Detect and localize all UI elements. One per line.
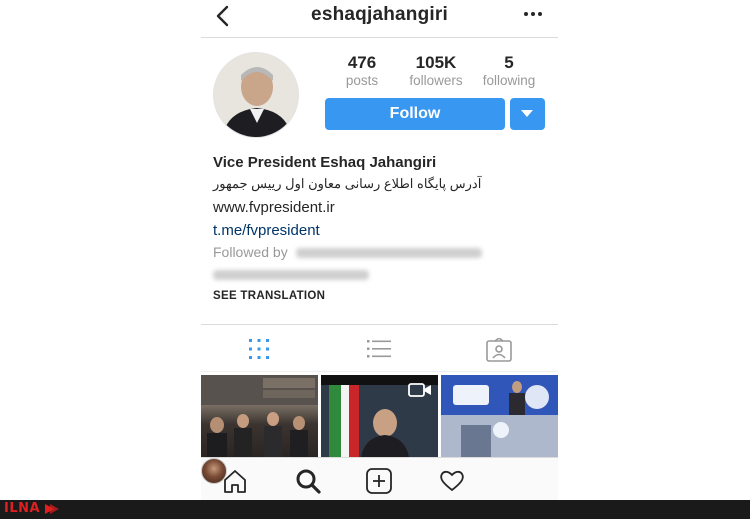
profile-username: eshaqjahangiri (311, 4, 448, 25)
post-thumbnail[interactable] (201, 375, 318, 457)
add-icon (366, 468, 392, 494)
home-icon (224, 470, 246, 493)
nav-home-button[interactable] (222, 468, 248, 494)
following-count-value: 5 (504, 53, 514, 72)
tagged-icon (486, 338, 512, 362)
profile-avatar[interactable] (213, 52, 299, 138)
profile-link[interactable]: t.me/fvpresident (213, 222, 320, 239)
follow-button[interactable]: Follow (325, 98, 505, 130)
video-icon (408, 383, 431, 397)
followed-by-names-redacted (295, 248, 482, 259)
search-icon (296, 469, 321, 494)
see-translation-button[interactable]: SEE TRANSLATION (213, 290, 325, 302)
heart-icon (440, 470, 464, 491)
followers-count-label: followers (409, 73, 463, 88)
tab-grid[interactable] (201, 325, 320, 373)
photo-icon (441, 375, 558, 457)
profile-photo (214, 53, 298, 137)
more-horizontal-icon (524, 12, 542, 16)
photo-icon (201, 375, 318, 457)
tab-list[interactable] (320, 325, 439, 373)
followers-count[interactable]: 105K followers (396, 53, 476, 89)
ilna-watermark-logo: ILNA (4, 501, 41, 516)
profile-view-tabs (201, 324, 558, 372)
followed-by-label: Followed by (213, 244, 288, 260)
posts-count-value: 476 (347, 53, 377, 72)
instagram-profile-screen: eshaqjahangiri 476 posts 105K followers … (201, 0, 558, 500)
post-thumbnail-video[interactable] (321, 375, 438, 457)
posts-count: 476 posts (322, 53, 402, 89)
post-grid (201, 375, 558, 457)
profile-website-text: www.fvpresident.ir (213, 199, 335, 216)
list-icon (367, 340, 391, 358)
followers-count-value: 105K (415, 53, 457, 72)
bottom-tab-bar (201, 457, 558, 500)
footer-strip: ILNA (0, 500, 750, 519)
tab-tagged[interactable] (439, 325, 558, 373)
nav-add-post-button[interactable] (366, 468, 392, 494)
followed-by[interactable]: Followed by (213, 244, 482, 282)
play-arrow-icon (45, 504, 59, 514)
grid-icon (249, 339, 269, 359)
caret-down-icon (521, 110, 533, 117)
top-nav-bar: eshaqjahangiri (201, 0, 558, 38)
profile-bio: آدرس پایگاه اطلاع رسانی معاون اول رییس ج… (213, 176, 482, 191)
following-count-label: following (482, 73, 536, 88)
followed-by-names-redacted-line (213, 266, 482, 282)
nav-activity-button[interactable] (439, 468, 465, 494)
nav-search-button[interactable] (295, 468, 321, 494)
suggested-accounts-button[interactable] (510, 98, 545, 130)
posts-count-label: posts (345, 73, 379, 88)
following-count[interactable]: 5 following (469, 53, 549, 89)
more-options-button[interactable] (522, 6, 544, 22)
post-thumbnail[interactable] (441, 375, 558, 457)
profile-full-name: Vice President Eshaq Jahangiri (213, 154, 437, 171)
